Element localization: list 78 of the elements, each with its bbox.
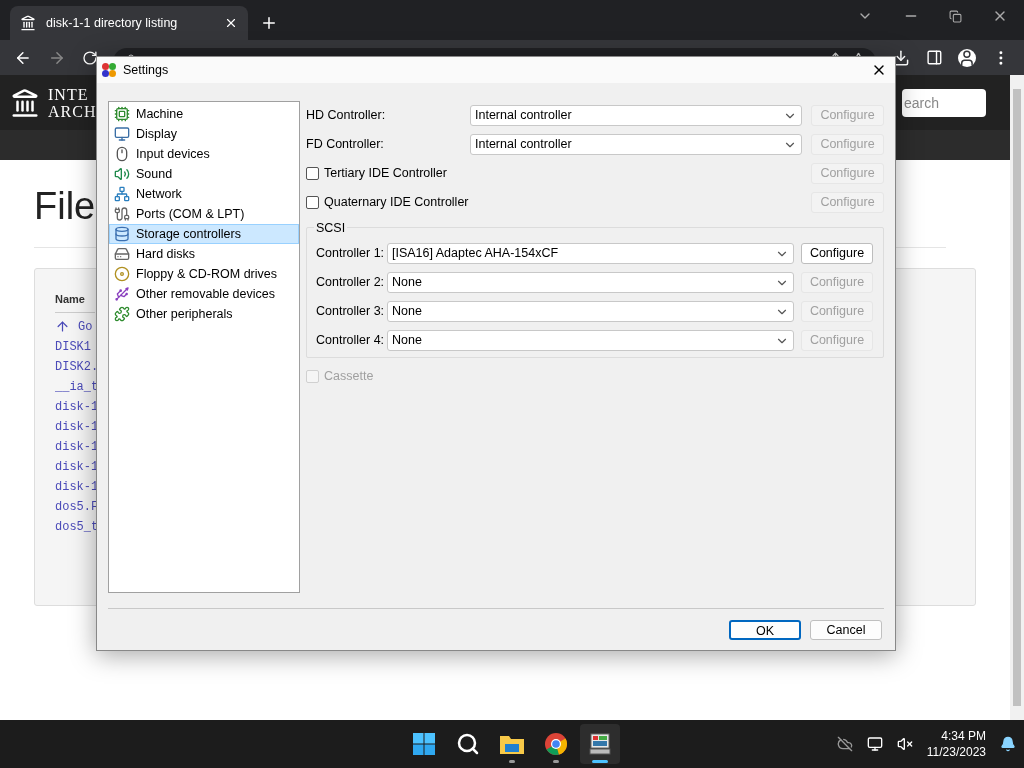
file-link[interactable]: __ia_t <box>55 377 99 396</box>
monitor-icon <box>114 126 130 142</box>
database-icon <box>114 226 130 242</box>
windows-logo-icon <box>412 732 436 756</box>
puzzle-icon <box>114 306 130 322</box>
tab-title: disk-1-1 directory listing <box>46 14 179 32</box>
file-link[interactable]: DISK1 <box>55 337 91 356</box>
category-item[interactable]: Input devices <box>109 144 299 164</box>
notification-icon[interactable] <box>1000 736 1016 752</box>
dropdown[interactable]: Internal controller <box>470 105 802 126</box>
category-item[interactable]: Machine <box>109 104 299 124</box>
clock-date[interactable]: 11/23/2023 <box>926 744 986 760</box>
browser-tab[interactable]: disk-1-1 directory listing <box>10 6 248 40</box>
taskbar-app[interactable] <box>580 724 620 764</box>
logo-text: INTE <box>48 85 89 103</box>
page-heading: File <box>34 184 96 229</box>
category-item[interactable]: Sound <box>109 164 299 184</box>
search-icon <box>456 732 480 756</box>
dialog-title: Settings <box>123 61 169 79</box>
restore-icon[interactable] <box>949 9 962 23</box>
close-icon[interactable] <box>224 16 238 30</box>
clock-time[interactable]: 4:34 PM <box>941 728 986 744</box>
dropdown[interactable]: None <box>387 272 794 293</box>
side-panel-icon[interactable] <box>925 49 943 66</box>
logo-icon <box>10 87 40 118</box>
muted-speaker-icon[interactable] <box>896 736 913 752</box>
network-icon <box>114 186 130 202</box>
category-item[interactable]: Other peripherals <box>109 304 299 324</box>
checkbox[interactable] <box>306 196 319 209</box>
speaker-icon <box>114 166 130 182</box>
category-item[interactable]: Ports (COM & LPT) <box>109 204 299 224</box>
reload-icon[interactable] <box>81 49 98 66</box>
category-item[interactable]: Network <box>109 184 299 204</box>
cloud-off-icon[interactable] <box>836 736 853 752</box>
logo-text: ARCH <box>48 102 97 120</box>
category-item[interactable]: Floppy & CD-ROM drives <box>109 264 299 284</box>
browser-logo-icon <box>544 732 568 756</box>
file-link[interactable]: dos5_t <box>55 517 99 536</box>
dialog-button[interactable]: OK <box>729 620 801 640</box>
archive-icon <box>20 15 36 31</box>
profile-icon[interactable] <box>958 48 977 67</box>
file-link[interactable]: Go <box>78 317 93 336</box>
file-link[interactable]: disk-1 <box>55 397 99 416</box>
folder-icon <box>499 733 525 755</box>
field-label: HD Controller: <box>306 107 387 125</box>
field-label: FD Controller: <box>306 136 385 154</box>
disc-icon <box>114 266 130 282</box>
checkbox-label[interactable]: Tertiary IDE Controller <box>306 164 802 183</box>
category-item[interactable]: Storage controllers <box>109 224 299 244</box>
dropdown[interactable]: [ISA16] Adaptec AHA-154xCF <box>387 243 794 264</box>
file-link[interactable]: DISK2. <box>55 357 99 376</box>
file-link[interactable]: dos5.F <box>55 497 99 516</box>
file-link[interactable]: disk-1 <box>55 437 99 456</box>
file-link[interactable]: disk-1 <box>55 477 99 496</box>
new-tab-icon[interactable] <box>260 14 278 32</box>
dialog-button[interactable]: Cancel <box>810 620 882 640</box>
checkbox-label[interactable]: Quaternary IDE Controller <box>306 193 802 212</box>
network-icon[interactable] <box>866 736 883 752</box>
mouse-icon <box>114 146 130 162</box>
app-icon <box>101 62 117 78</box>
checkbox[interactable] <box>306 167 319 180</box>
file-link[interactable]: disk-1 <box>55 457 99 476</box>
dropdown[interactable]: None <box>387 301 794 322</box>
dropdown[interactable]: None <box>387 330 794 351</box>
chip-icon <box>114 106 130 122</box>
category-item[interactable]: Hard disks <box>109 244 299 264</box>
category-item[interactable]: Other removable devices <box>109 284 299 304</box>
search-field[interactable]: earch <box>902 88 986 117</box>
emulator-icon <box>588 732 612 756</box>
usb-icon <box>114 286 130 302</box>
cable-icon <box>114 206 130 222</box>
category-item[interactable]: Display <box>109 124 299 144</box>
column-header: Name <box>55 292 85 307</box>
configure-button[interactable]: Configure <box>801 243 873 264</box>
file-link[interactable]: disk-1 <box>55 417 99 436</box>
scrollbar[interactable] <box>1010 75 1024 720</box>
dropdown[interactable]: Internal controller <box>470 134 802 155</box>
up-arrow-icon <box>55 319 70 334</box>
